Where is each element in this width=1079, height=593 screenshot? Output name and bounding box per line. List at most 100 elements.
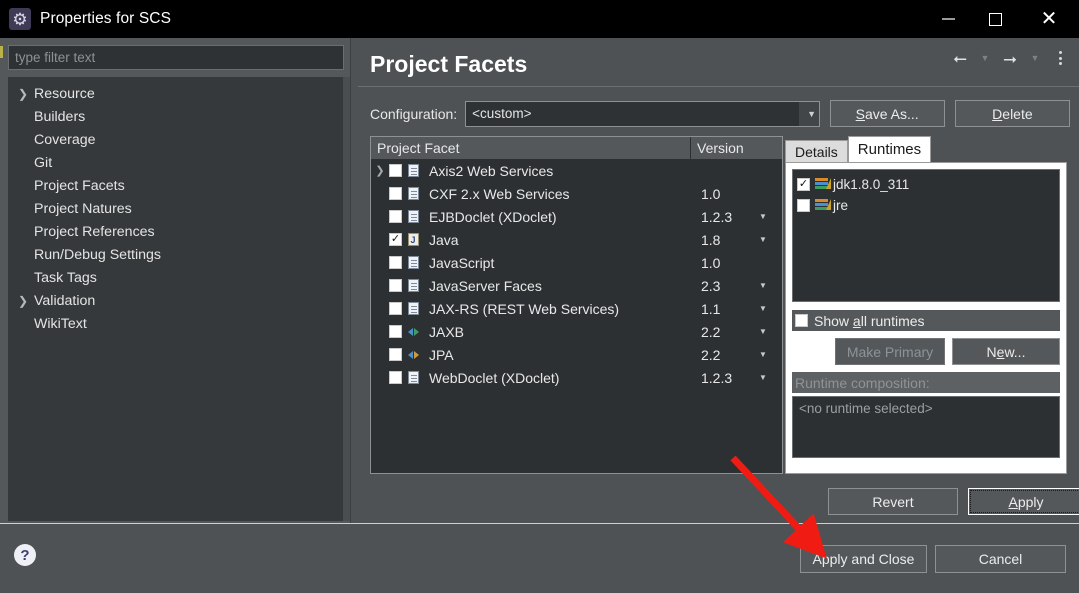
show-all-label: Show all runtimes (814, 312, 925, 329)
apply-and-close-button[interactable]: Apply and Close (800, 545, 927, 573)
column-header-version[interactable]: Version (691, 137, 782, 159)
sidebar-item-project-facets[interactable]: ❯Project Facets (8, 174, 344, 197)
make-primary-button: Make Primary (835, 338, 945, 365)
version-dropdown-icon[interactable]: ▼ (759, 212, 767, 221)
sidebar-item-label: Project Natures (34, 200, 132, 217)
filter-input[interactable]: type filter text (8, 45, 344, 70)
sidebar-item-git[interactable]: ❯Git (8, 151, 344, 174)
forward-icon[interactable]: ⭢ (999, 47, 1021, 69)
sidebar-item-label: Builders (34, 108, 86, 125)
runtime-checkbox[interactable]: ✓ (797, 178, 810, 191)
close-button[interactable]: ✕ (1019, 0, 1079, 38)
show-all-runtimes-checkbox[interactable]: Show all runtimes (792, 310, 1060, 331)
filter-placeholder: type filter text (15, 50, 96, 65)
sidebar-item-task-tags[interactable]: ❯Task Tags (8, 266, 344, 289)
version-dropdown-icon[interactable]: ▼ (759, 281, 767, 290)
list-item[interactable]: ✓ jdk1.8.0_311 (797, 174, 1059, 195)
back-icon[interactable]: ⭠ (949, 47, 971, 69)
table-row[interactable]: ❯ Axis2 Web Services (371, 159, 782, 182)
delete-button[interactable]: Delete (954, 100, 1071, 127)
runtime-checkbox[interactable] (797, 199, 810, 212)
facet-checkbox[interactable] (389, 325, 402, 338)
project-facets-table[interactable]: Project Facet Version ❯ Axis2 Web Service… (370, 136, 783, 474)
table-row[interactable]: EJBDoclet (XDoclet) 1.2.3 ▼ (371, 205, 782, 228)
sidebar-item-resource[interactable]: ❯ Resource (8, 82, 344, 105)
runtime-composition-label: Runtime composition: (792, 372, 1060, 393)
version-dropdown-icon[interactable]: ▼ (759, 304, 767, 313)
facet-name: Axis2 Web Services (429, 162, 554, 179)
facet-checkbox[interactable] (389, 256, 402, 269)
chevron-right-icon[interactable]: ❯ (18, 294, 34, 308)
tab-details[interactable]: Details (785, 140, 848, 162)
configuration-select[interactable]: <custom> ▼ (465, 100, 820, 127)
version-dropdown-icon[interactable]: ▼ (759, 327, 767, 336)
chevron-down-icon[interactable]: ▼ (798, 101, 819, 126)
sidebar-item-project-natures[interactable]: ❯Project Natures (8, 197, 344, 220)
facet-version: 1.0 (701, 185, 721, 202)
show-all-checkbox-box[interactable] (795, 314, 808, 327)
facet-name: Java (429, 231, 459, 248)
facet-checkbox[interactable] (389, 348, 402, 361)
table-row[interactable]: JAXB 2.2 ▼ (371, 320, 782, 343)
sidebar-item-project-references[interactable]: ❯Project References (8, 220, 344, 243)
runtime-buttons: Make Primary New... (792, 338, 1060, 365)
help-icon[interactable]: ? (14, 544, 36, 566)
table-header: Project Facet Version (371, 137, 782, 159)
revert-button[interactable]: Revert (828, 488, 958, 515)
table-row[interactable]: JavaScript 1.0 (371, 251, 782, 274)
chevron-right-icon[interactable]: ❯ (371, 164, 389, 177)
sidebar-item-coverage[interactable]: ❯Coverage (8, 128, 344, 151)
version-dropdown-icon[interactable]: ▼ (759, 235, 767, 244)
runtime-composition-value: <no runtime selected> (799, 401, 933, 416)
apply-button[interactable]: Apply (968, 488, 1079, 515)
table-row[interactable]: JPA 2.2 ▼ (371, 343, 782, 366)
facet-name: JavaServer Faces (429, 277, 542, 294)
table-row[interactable]: JavaServer Faces 2.3 ▼ (371, 274, 782, 297)
sidebar-item-builders[interactable]: ❯Builders (8, 105, 344, 128)
runtimes-tab-body: ✓ jdk1.8.0_311 jre Show all runtimes Mak… (785, 162, 1067, 474)
facet-name: CXF 2.x Web Services (429, 185, 570, 202)
column-header-facet[interactable]: Project Facet (371, 137, 691, 159)
sidebar-item-wikitext[interactable]: ❯WikiText (8, 312, 344, 335)
facet-version: 1.2.3 (701, 208, 733, 225)
cancel-button[interactable]: Cancel (935, 545, 1066, 573)
facet-checkbox[interactable] (389, 164, 402, 177)
kebab-menu-icon[interactable] (1049, 47, 1071, 69)
facet-checkbox[interactable] (389, 302, 402, 315)
document-icon (402, 279, 424, 292)
list-item[interactable]: jre (797, 195, 1059, 216)
facet-checkbox[interactable] (389, 279, 402, 292)
version-dropdown-icon[interactable]: ▼ (759, 373, 767, 382)
forward-menu-chevron-down-icon[interactable]: ▼ (1024, 47, 1046, 69)
facet-checkbox[interactable]: ✓ (389, 233, 402, 246)
maximize-button[interactable] (972, 0, 1019, 38)
sidebar-item-validation[interactable]: ❯ Validation (8, 289, 344, 312)
table-row[interactable]: JAX-RS (REST Web Services) 1.1 ▼ (371, 297, 782, 320)
chevron-right-icon[interactable]: ❯ (18, 87, 34, 101)
table-row[interactable]: CXF 2.x Web Services 1.0 (371, 182, 782, 205)
facet-version: 1.1 (701, 300, 721, 317)
document-icon (402, 210, 424, 223)
minimize-button[interactable] (925, 0, 972, 38)
runtime-composition-box: <no runtime selected> (792, 396, 1060, 458)
save-as-button[interactable]: Save As... (829, 100, 945, 127)
facet-checkbox[interactable] (389, 371, 402, 384)
new-runtime-button[interactable]: New... (952, 338, 1060, 365)
sidebar-scrollbar[interactable] (343, 77, 350, 521)
facet-version: 1.0 (701, 254, 721, 271)
settings-tree[interactable]: ❯Resource ❯Builders ❯Coverage ❯Git ❯Proj… (8, 77, 344, 521)
tab-runtimes[interactable]: Runtimes (847, 136, 932, 162)
facet-checkbox[interactable] (389, 187, 402, 200)
runtimes-list[interactable]: ✓ jdk1.8.0_311 jre (792, 169, 1060, 302)
sidebar-item-label: Resource (34, 85, 95, 102)
facet-checkbox[interactable] (389, 210, 402, 223)
configuration-label: Configuration: (370, 105, 458, 122)
version-dropdown-icon[interactable]: ▼ (759, 350, 767, 359)
table-row[interactable]: WebDoclet (XDoclet) 1.2.3 ▼ (371, 366, 782, 389)
xml-orange-icon (402, 350, 424, 359)
table-row[interactable]: ✓ J Java 1.8 ▼ (371, 228, 782, 251)
java-icon: J (402, 233, 424, 246)
back-menu-chevron-down-icon[interactable]: ▼ (974, 47, 996, 69)
document-icon (402, 371, 424, 384)
sidebar-item-run-debug-settings[interactable]: ❯Run/Debug Settings (8, 243, 344, 266)
